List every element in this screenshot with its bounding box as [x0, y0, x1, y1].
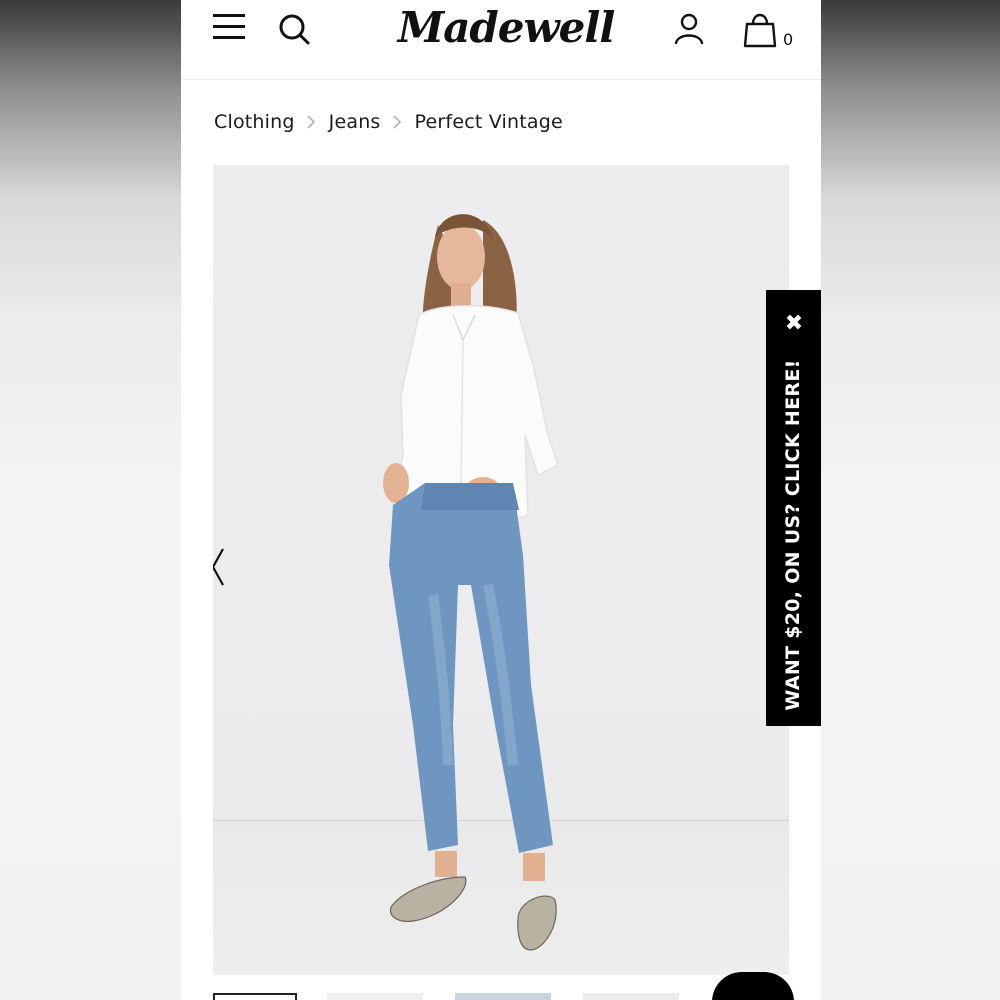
thumbnail-1[interactable] — [213, 993, 297, 1000]
promo-tab[interactable]: ✖ WANT $20, ON US? CLICK HERE! — [766, 290, 821, 726]
close-icon[interactable]: ✖ — [780, 310, 808, 338]
thumbnail-4[interactable] — [583, 993, 679, 1000]
chevron-left-icon — [213, 548, 224, 586]
breadcrumb-item-perfect-vintage[interactable]: Perfect Vintage — [415, 111, 563, 133]
menu-icon — [213, 14, 245, 39]
breadcrumb-item-clothing[interactable]: Clothing — [214, 111, 295, 133]
product-image[interactable] — [213, 165, 789, 975]
bag-count-badge: 0 — [783, 30, 794, 49]
account-button[interactable] — [671, 10, 707, 48]
promo-text[interactable]: WANT $20, ON US? CLICK HERE! — [782, 359, 804, 710]
breadcrumb: Clothing Jeans Perfect Vintage — [214, 108, 563, 136]
mobile-page: Madewell 0 Clothing Jeans Perfect Vintag… — [181, 0, 821, 1000]
shopping-bag-icon — [743, 13, 777, 48]
chevron-right-icon — [295, 112, 329, 132]
account-icon — [674, 13, 704, 45]
thumbnail-3[interactable] — [455, 993, 551, 1000]
search-icon — [279, 14, 310, 45]
search-button[interactable] — [275, 10, 315, 48]
menu-button[interactable] — [211, 10, 251, 46]
thumbnail-2[interactable] — [327, 993, 423, 1000]
model-photo — [383, 214, 559, 951]
chevron-right-icon — [381, 112, 415, 132]
breadcrumb-item-jeans[interactable]: Jeans — [329, 111, 381, 133]
brand-logo[interactable]: Madewell — [386, 0, 626, 60]
site-header: Madewell 0 — [181, 0, 821, 80]
carousel-prev-button[interactable] — [213, 545, 231, 589]
